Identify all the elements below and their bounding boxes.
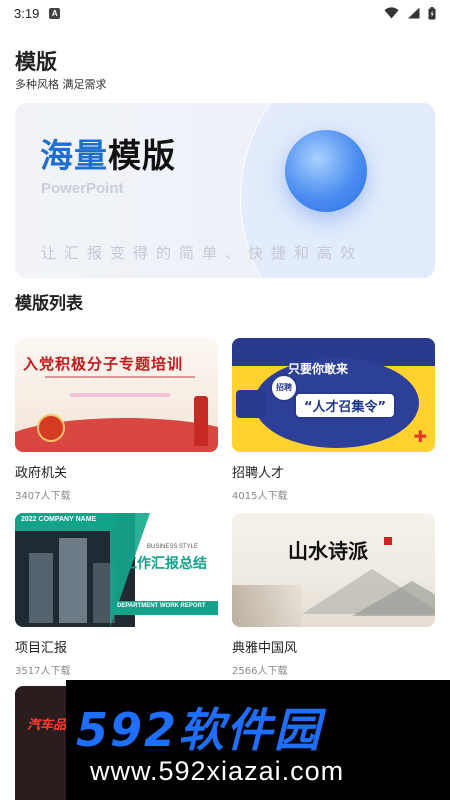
banner-orb [285, 130, 367, 212]
section-title: 模版列表 [15, 294, 83, 314]
template-thumbnail[interactable]: 2022 COMPANY NAME BUSINESS STYLE 工作汇报总结 … [15, 513, 218, 627]
watermark-overlay: 592软件园 www.592xiazai.com [66, 680, 450, 800]
thumb-title: 汽车品 [27, 718, 67, 733]
megaphone-icon [236, 390, 266, 418]
signal-icon [408, 7, 420, 19]
status-time: 3:19 [14, 5, 40, 21]
watermark-url: www.592xiazai.com [90, 756, 345, 786]
banner-subtitle: PowerPoint [41, 180, 124, 197]
template-downloads: 3407人下载 [15, 491, 71, 502]
templates-screen: 3:19 A 模版 多种风格 满足需求 海量模版 PowerPoint 让汇报变… [0, 0, 450, 800]
template-thumbnail[interactable]: 只要你敢来 招聘 “人才召集令” ✚ [232, 338, 435, 452]
thumb-tagline: 只要你敢来 [288, 362, 349, 376]
page-subtitle: 多种风格 满足需求 [15, 78, 107, 91]
status-icons [384, 6, 436, 20]
template-card-report[interactable]: 2022 COMPANY NAME BUSINESS STYLE 工作汇报总结 … [15, 513, 218, 677]
reeds-shape [232, 585, 302, 627]
thumb-title: 工作汇报总结 [123, 556, 207, 572]
banner-headline: 海量模版 [40, 129, 176, 177]
banner-headline-highlight: 海量 [40, 136, 108, 175]
template-card-chinese[interactable]: 山水诗派 典雅中国风 2566人下载 [232, 513, 435, 677]
template-downloads: 3517人下载 [15, 666, 71, 677]
template-downloads: 2566人下载 [232, 666, 288, 677]
party-emblem-icon [37, 414, 65, 442]
seal-stamp-icon [384, 537, 392, 545]
status-bar: 3:19 A [0, 0, 450, 26]
template-thumbnail[interactable]: 入党积极分子专题培训 [15, 338, 218, 452]
template-downloads: 4015人下载 [232, 491, 288, 502]
building-shape [29, 553, 53, 623]
page-title: 模版 [15, 50, 57, 74]
battery-icon [428, 6, 436, 19]
thumb-footer: DEPARTMENT WORK REPORT [117, 603, 206, 609]
mountain-shape [352, 581, 435, 616]
template-thumbnail[interactable]: 山水诗派 [232, 513, 435, 627]
thumb-company: 2022 COMPANY NAME [21, 516, 97, 523]
banner-headline-rest: 模版 [108, 136, 176, 175]
thumb-deco [70, 393, 170, 397]
banner-slogan: 让汇报变得的简单、快捷和高效 [41, 244, 364, 262]
thumb-style: BUSINESS STYLE [147, 544, 199, 550]
watermark-brand: 592软件园 [76, 703, 323, 757]
template-name: 项目汇报 [15, 641, 68, 656]
template-card-recruit[interactable]: 只要你敢来 招聘 “人才召集令” ✚ 招聘人才 4015人下载 [232, 338, 435, 502]
thumb-title: “人才召集令” [294, 392, 397, 419]
template-name: 典雅中国风 [232, 641, 298, 656]
thumb-divider [45, 376, 195, 378]
monument-icon [194, 396, 208, 446]
thumb-title: 山水诗派 [288, 539, 368, 563]
notification-icon: A [49, 7, 61, 19]
template-name: 招聘人才 [232, 466, 285, 481]
template-card-gov[interactable]: 入党积极分子专题培训 政府机关 3407人下载 [15, 338, 218, 502]
wifi-icon [384, 7, 399, 19]
template-name: 政府机关 [15, 466, 68, 481]
hero-banner[interactable]: 海量模版 PowerPoint 让汇报变得的简单、快捷和高效 [15, 103, 435, 278]
thumb-title: 入党积极分子专题培训 [23, 355, 184, 373]
building-shape [59, 538, 87, 623]
cross-mark-icon: ✚ [413, 427, 427, 446]
